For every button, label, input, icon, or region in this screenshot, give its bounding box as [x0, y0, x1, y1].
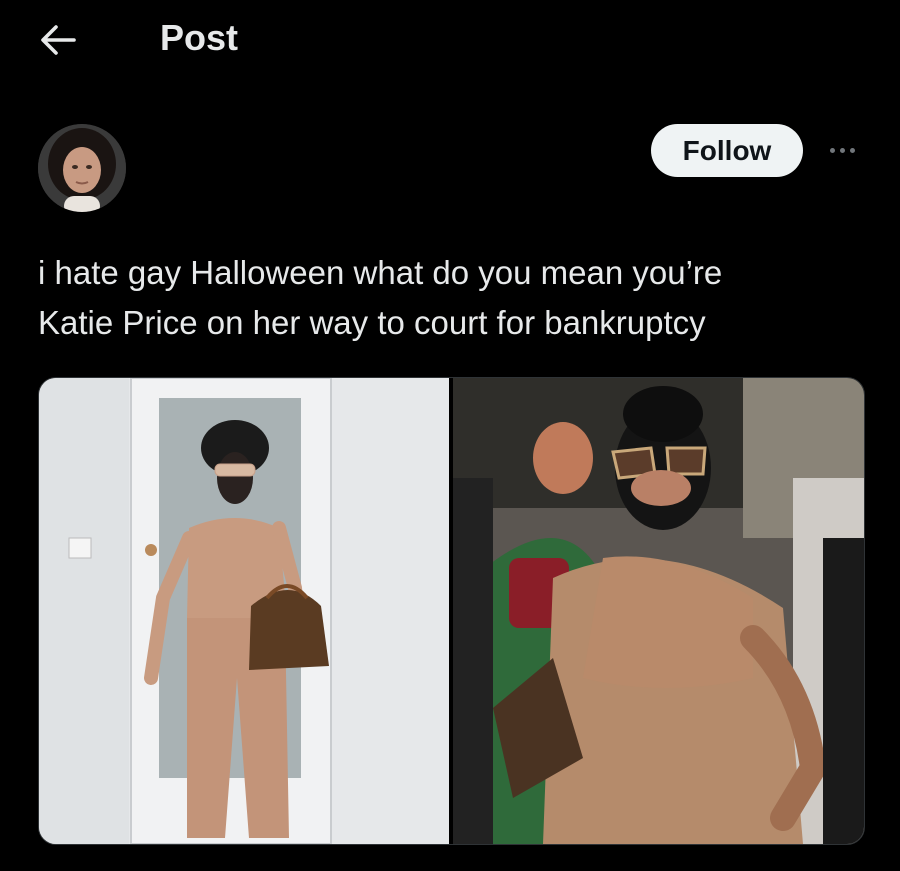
photo-left[interactable]	[39, 378, 449, 844]
photo-right[interactable]	[453, 378, 864, 844]
costume-photo	[39, 378, 449, 844]
more-horizontal-icon	[829, 147, 835, 153]
page-title: Post	[160, 17, 239, 58]
post-media[interactable]	[38, 377, 865, 845]
top-bar: Post	[0, 0, 900, 80]
follow-button[interactable]: Follow	[651, 124, 803, 177]
avatar[interactable]	[38, 124, 126, 212]
more-options-button[interactable]	[820, 136, 864, 164]
arrow-left-icon	[41, 25, 76, 55]
celebrity-photo	[453, 378, 864, 844]
avatar-image	[38, 124, 126, 212]
post-text-line-2: Katie Price on her way to court for bank…	[38, 304, 706, 341]
post-text-line-1: i hate gay Halloween what do you mean yo…	[38, 254, 723, 291]
back-button[interactable]	[36, 20, 80, 60]
post-text: i hate gay Halloween what do you mean yo…	[38, 248, 868, 348]
